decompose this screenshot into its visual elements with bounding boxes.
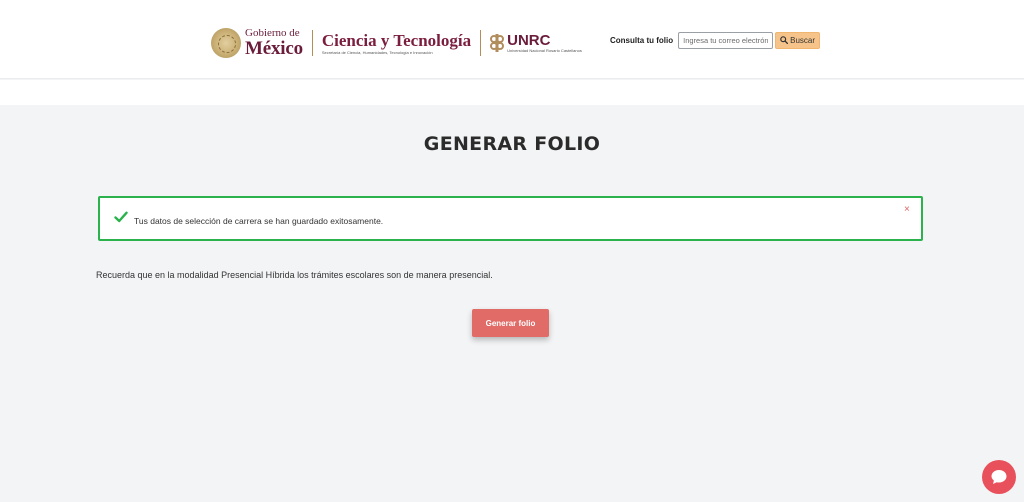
buscar-label: Buscar — [790, 35, 816, 45]
cyt-logo-name: Ciencia y Tecnología — [321, 30, 472, 50]
unrc-logo-subtitle: Universidad Nacional Rosario Castellanos — [507, 48, 582, 53]
gobierno-seal-icon — [211, 28, 241, 58]
generar-folio-button[interactable]: Generar folio — [472, 309, 549, 337]
success-alert: Tus datos de selección de carrera se han… — [98, 196, 923, 241]
gobierno-mexico-logo[interactable]: Gobierno de México — [245, 28, 303, 59]
logo-divider — [311, 30, 313, 56]
buscar-button[interactable]: Buscar — [775, 31, 821, 49]
consulta-folio-form: Consulta tu folio Buscar — [610, 31, 821, 49]
ciencia-tecnologia-logo[interactable]: Ciencia y Tecnología Secretaría de Cienc… — [322, 32, 471, 55]
unrc-logo-name: UNRC — [507, 32, 551, 49]
logo-divider — [480, 30, 482, 56]
chat-icon — [991, 470, 1007, 484]
alert-message: Tus datos de selección de carrera se han… — [134, 216, 384, 226]
unrc-logo[interactable]: UNRC Universidad Nacional Rosario Castel… — [507, 33, 582, 53]
page-title: GENERAR FOLIO — [423, 133, 601, 155]
modalidad-info-text: Recuerda que en la modalidad Presencial … — [96, 270, 493, 280]
header: Gobierno de México Ciencia y Tecnología … — [0, 0, 1024, 79]
unrc-emblem-icon — [490, 34, 505, 52]
logo-group: Gobierno de México Ciencia y Tecnología … — [211, 26, 582, 60]
cyt-logo-subtitle: Secretaría de Ciencia, Humanidades, Tecn… — [321, 49, 433, 55]
chat-button[interactable] — [982, 460, 1016, 494]
email-search-input[interactable] — [678, 31, 774, 49]
sub-header-strip — [0, 80, 1024, 105]
check-icon — [114, 211, 128, 223]
alert-close-icon[interactable]: × — [904, 205, 910, 215]
gobierno-logo-bottom: México — [245, 38, 303, 59]
consulta-folio-label: Consulta tu folio — [610, 35, 674, 45]
search-icon — [780, 36, 789, 44]
